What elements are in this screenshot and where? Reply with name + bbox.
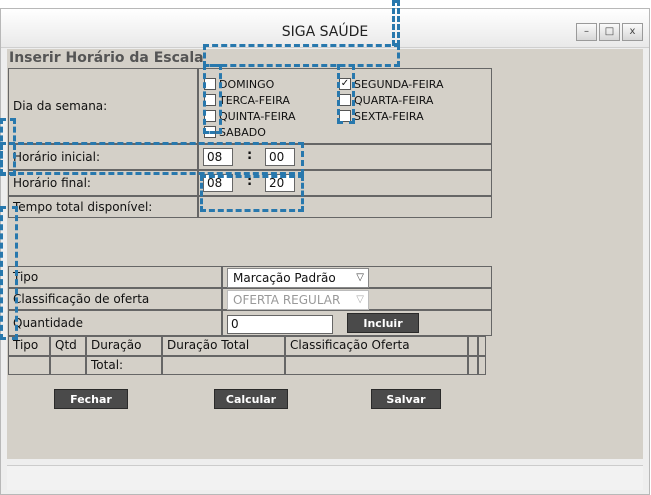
quantidade-label: Quantidade [13,316,84,330]
weekday-label: Dia da semana: [13,99,108,113]
app-window: SIGA SAÚDE – □ x Inserir Horário da Esca… [0,8,650,495]
quantidade-input[interactable]: 0 [227,315,333,334]
grid-total-cell [468,356,478,375]
tipo-label-cell: Tipo [8,266,222,288]
grid-header-spacer [478,336,486,356]
grid-header-duracao[interactable]: Duração [86,336,162,356]
end-time-label: Horário final: [13,176,91,190]
grid-total-cell [478,356,486,375]
fechar-button[interactable]: Fechar [54,389,128,409]
chevron-down-icon: ▽ [356,272,364,283]
grid-total-cell [162,356,285,375]
grid-total-cell [8,356,50,375]
highlight-start-time [0,142,304,175]
classificacao-label: Classificação de oferta [13,292,150,306]
maximize-icon[interactable]: □ [599,23,620,41]
quantidade-input-cell: 0 Incluir [222,310,492,336]
highlight-connector [0,206,18,340]
total-time-label: Tempo total disponível: [13,200,153,214]
grid-total-label: Total: [86,356,162,375]
grid-header-qtd[interactable]: Qtd [50,336,86,356]
grid-header-classificacao[interactable]: Classificação Oferta [285,336,468,356]
close-icon[interactable]: x [622,23,643,41]
total-time-label-cell: Tempo total disponível: [8,196,198,218]
highlight-connector [203,44,400,67]
grid-header-spacer [468,336,478,356]
grid-total-cell [50,356,86,375]
chevron-down-icon: ▽ [356,294,364,305]
highlight-end-time [200,175,304,212]
minimize-icon[interactable]: – [576,23,597,41]
tipo-select[interactable]: Marcação Padrão ▽ [227,268,369,288]
quantidade-label-cell: Quantidade [8,310,222,336]
classificacao-label-cell: Classificação de oferta [8,288,222,310]
salvar-button[interactable]: Salvar [371,389,441,409]
grid-total-cell [285,356,468,375]
section-title: Inserir Horário da Escala [9,50,204,66]
window-title: SIGA SAÚDE [281,24,369,40]
classificacao-input-cell: OFERTA REGULAR ▽ [222,288,492,310]
form-panel: Inserir Horário da Escala Dia da semana:… [7,49,643,459]
status-bar [7,465,643,490]
window-controls: – □ x [574,23,643,41]
calcular-button[interactable]: Calcular [214,389,288,409]
tipo-input-cell: Marcação Padrão ▽ [222,266,492,288]
highlight-checkbox-column [203,64,222,134]
grid-header-duracao-total[interactable]: Duração Total [162,336,285,356]
highlight-connector [392,0,400,46]
incluir-button[interactable]: Incluir [347,313,419,333]
weekday-label-cell: Dia da semana: [8,68,198,144]
highlight-checkbox-column [337,64,355,124]
classificacao-select: OFERTA REGULAR ▽ [227,290,369,310]
title-bar: SIGA SAÚDE – □ x [1,9,649,48]
